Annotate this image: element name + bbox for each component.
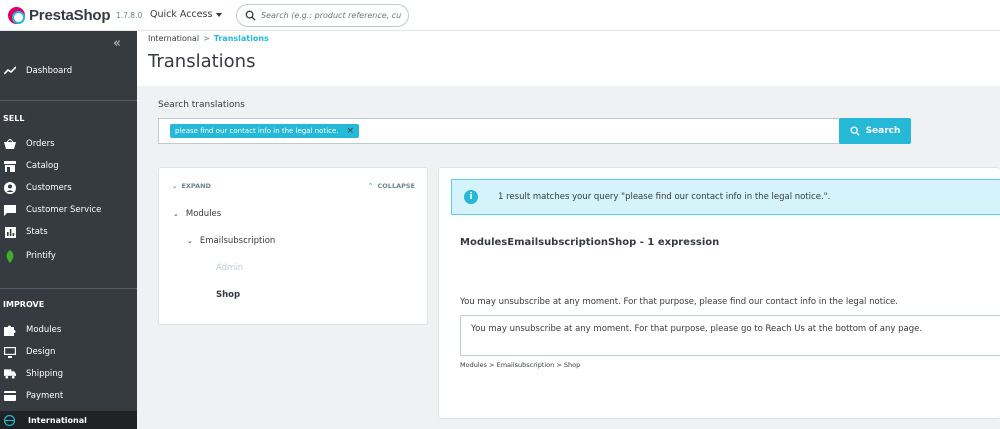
domain-tree-panel: ⌄ EXPAND ⌃ COLLAPSE ⌄ Modules ⌄ Emailsubsc… (158, 167, 428, 325)
sidebar-item-label: Modules (26, 325, 62, 335)
collapse-label: COLLAPSE (377, 182, 416, 190)
search-button-label: Search (865, 126, 901, 136)
sidebar-item-label: Catalog (26, 161, 59, 171)
tree-leaf-admin[interactable]: Admin (216, 263, 243, 273)
chevron-down-icon: ⌄ (187, 237, 193, 245)
tree-node-label: Emailsubscription (199, 236, 276, 246)
sidebar-item-shipping[interactable]: Shipping (0, 363, 137, 385)
bar-chart-icon (4, 226, 16, 238)
results-alert-text: 1 result matches your query "please find… (498, 192, 831, 202)
search-translations-label: Search translations (158, 100, 245, 110)
puzzle-icon (4, 324, 16, 336)
search-tag: please find our contact info in the lega… (170, 124, 360, 138)
trending-icon (4, 65, 16, 77)
tree-leaf-shop[interactable]: Shop (216, 290, 240, 300)
sidebar-divider (0, 100, 137, 101)
prestashop-logo[interactable]: PrestaShop (8, 7, 111, 24)
sidebar-item-label: Stats (26, 227, 48, 237)
basket-icon (4, 138, 16, 150)
desktop-icon (4, 346, 16, 358)
sidebar: « Dashboard SELL Orders Catalog Customer… (0, 31, 137, 429)
truck-icon (4, 368, 16, 380)
account-icon (4, 182, 16, 194)
sidebar-item-label: Design (26, 347, 56, 357)
sidebar-item-label: Customer Service (26, 205, 102, 215)
sidebar-item-label: Shipping (26, 369, 64, 379)
collapse-sidebar-icon[interactable]: « (113, 36, 121, 51)
results-alert: i 1 result matches your query "please fi… (451, 179, 1000, 215)
expand-all-button[interactable]: ⌄ EXPAND (172, 182, 211, 190)
tree-node-label: Modules (185, 209, 222, 219)
search-tag-text: please find our contact info in the lega… (175, 127, 339, 135)
breadcrumb-parent[interactable]: International (148, 34, 199, 43)
sidebar-item-label: Customers (26, 183, 72, 193)
breadcrumb: International > Translations (148, 34, 269, 43)
sidebar-item-label: Payment (26, 391, 64, 401)
printify-icon (4, 249, 16, 263)
sidebar-item-design[interactable]: Design (0, 341, 137, 363)
section-sell: SELL (3, 114, 25, 123)
search-button[interactable]: Search (839, 118, 911, 144)
translation-path: Modules > Emailsubscription > Shop (460, 361, 581, 369)
source-expression: You may unsubscribe at any moment. For t… (460, 297, 898, 307)
quick-access-dropdown[interactable]: Quick Access (150, 9, 223, 20)
sidebar-item-payment[interactable]: Payment (0, 385, 137, 407)
chevron-up-icon: ⌃ (368, 182, 374, 190)
store-icon (4, 160, 16, 172)
header-search[interactable] (236, 4, 409, 27)
sidebar-item-modules[interactable]: Modules (0, 319, 137, 341)
sidebar-item-catalog[interactable]: Catalog (0, 155, 137, 177)
globe-icon (4, 414, 16, 426)
chat-icon (4, 204, 16, 216)
sidebar-item-label: Orders (26, 139, 55, 149)
tree-node-modules[interactable]: ⌄ Modules (173, 209, 221, 219)
header-search-input[interactable] (261, 11, 401, 20)
collapse-all-button[interactable]: ⌃ COLLAPSE (368, 182, 415, 190)
caret-down-icon (216, 12, 223, 17)
search-tags-input[interactable]: please find our contact info in the lega… (158, 118, 840, 144)
section-improve: IMPROVE (3, 300, 45, 309)
chevron-down-icon: ⌄ (173, 210, 179, 218)
quick-access-label: Quick Access (150, 9, 213, 20)
version-label: 1.7.8.0 (116, 11, 143, 20)
translation-textarea[interactable]: You may unsubscribe at any moment. For t… (460, 315, 1000, 356)
sidebar-item-international[interactable]: International (0, 411, 137, 429)
tree-node-emailsubscription[interactable]: ⌄ Emailsubscription (187, 236, 275, 246)
sidebar-item-label: International (28, 415, 87, 425)
tree-node-label: Admin (216, 263, 244, 273)
sidebar-item-label: Dashboard (26, 66, 73, 76)
tree-node-label: Shop (216, 290, 241, 300)
domain-title: ModulesEmailsubscriptionShop - 1 express… (460, 237, 720, 248)
sidebar-divider (0, 288, 137, 289)
expand-label: EXPAND (181, 182, 211, 190)
chevron-down-icon: ⌄ (172, 182, 178, 190)
top-bar: PrestaShop 1.7.8.0 Quick Access (0, 0, 1000, 31)
search-icon (850, 126, 860, 136)
info-icon: i (464, 190, 478, 204)
sidebar-item-customers[interactable]: Customers (0, 177, 137, 199)
breadcrumb-separator: > (203, 34, 210, 43)
sidebar-item-label: Printify (26, 251, 56, 261)
sidebar-item-dashboard[interactable]: Dashboard (0, 60, 137, 82)
logo-icon (8, 7, 25, 24)
search-icon (245, 10, 256, 21)
sidebar-item-orders[interactable]: Orders (0, 133, 137, 155)
logo-text: PrestaShop (29, 7, 111, 24)
breadcrumb-current[interactable]: Translations (214, 34, 269, 43)
page-title: Translations (148, 51, 256, 72)
payment-icon (4, 390, 16, 402)
sidebar-item-customer-service[interactable]: Customer Service (0, 199, 137, 221)
remove-tag-icon[interactable]: × (347, 126, 355, 136)
sidebar-item-stats[interactable]: Stats (0, 221, 137, 243)
sidebar-item-printify[interactable]: Printify (0, 245, 137, 267)
translations-panel: i 1 result matches your query "please fi… (438, 167, 1000, 419)
